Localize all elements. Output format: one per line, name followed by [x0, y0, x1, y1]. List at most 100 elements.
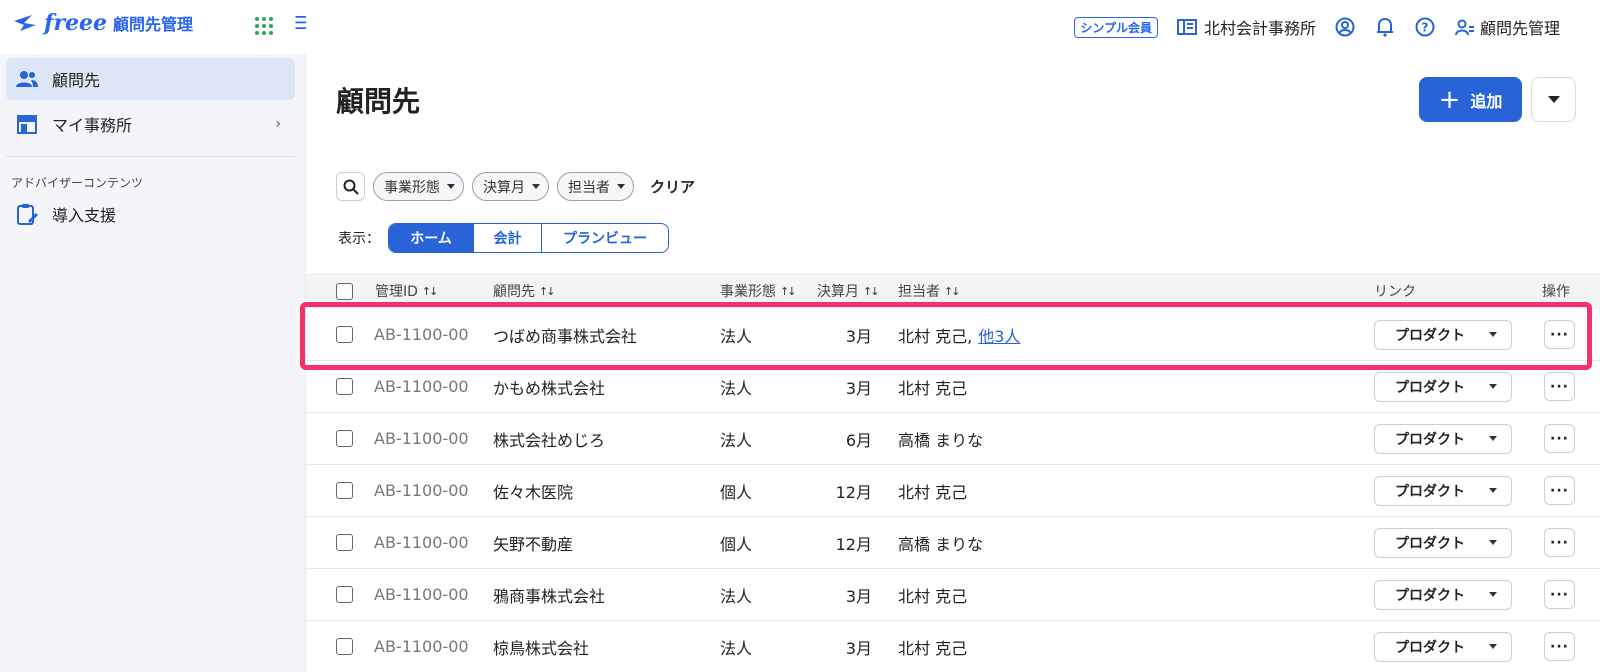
table-row-4[interactable]: AB-1100-00 佐々木医院 個人 12月 北村 克己 プロダクト ···	[306, 465, 1600, 517]
product-dropdown-button[interactable]: プロダクト	[1374, 527, 1512, 558]
view-tab-plan[interactable]: プランビュー	[541, 224, 668, 252]
select-all-checkbox[interactable]	[336, 273, 353, 309]
sidebar-item-onboarding[interactable]: 導入支援	[6, 193, 295, 235]
owner-name: 北村 克己,	[898, 326, 973, 346]
row-checkbox[interactable]	[336, 569, 353, 620]
owner-name: 高橋 まりな	[898, 534, 984, 554]
client-name[interactable]: 佐々木医院	[493, 465, 573, 516]
view-tab-accounting[interactable]: 会計	[473, 224, 541, 252]
owner-more-link[interactable]: 他3人	[978, 323, 1020, 347]
plan-badge: シンプル会員	[1074, 16, 1158, 38]
table-row-6[interactable]: AB-1100-00 鴉商事株式会社 法人 3月 北村 克己 プロダクト ···	[306, 569, 1600, 621]
freee-logo[interactable]: freee 顧問先管理	[12, 10, 193, 36]
actions-cell: ···	[1544, 465, 1575, 516]
filter-fiscal-month[interactable]: 決算月	[472, 172, 549, 201]
client-name[interactable]: つばめ商事株式会社	[493, 309, 637, 360]
user-menu-label: 顧問先管理	[1479, 19, 1560, 38]
actions-cell: ···	[1544, 413, 1575, 464]
sidebar-item-label: 導入支援	[52, 206, 117, 225]
client-name[interactable]: 株式会社めじろ	[493, 413, 605, 464]
row-checkbox[interactable]	[336, 465, 353, 516]
column-header-month[interactable]: 決算月 ↑↓	[817, 273, 880, 309]
product-cell: プロダクト	[1374, 361, 1512, 412]
table-header: 管理ID ↑↓ 顧問先 ↑↓ 事業形態 ↑↓ 決算月 ↑↓ 担当者 ↑↓ リンク 操作	[306, 273, 1600, 309]
clipboard-edit-icon	[14, 201, 40, 227]
sort-icon: ↑↓	[863, 284, 880, 298]
product-dropdown-button[interactable]: プロダクト	[1374, 631, 1512, 662]
more-actions-button[interactable]: ···	[1544, 632, 1575, 661]
more-actions-button[interactable]: ···	[1544, 320, 1575, 349]
row-checkbox[interactable]	[336, 413, 353, 464]
more-actions-button[interactable]: ···	[1544, 424, 1575, 453]
more-actions-button[interactable]: ···	[1544, 528, 1575, 557]
freee-bird-icon	[14, 15, 36, 31]
product-dropdown-button[interactable]: プロダクト	[1374, 423, 1512, 454]
column-header-owner[interactable]: 担当者 ↑↓	[898, 273, 961, 309]
row-checkbox[interactable]	[336, 621, 353, 672]
view-tab-home[interactable]: ホーム	[389, 224, 473, 252]
product-dropdown-button[interactable]: プロダクト	[1374, 371, 1512, 402]
product-label: プロダクト	[1395, 535, 1465, 552]
search-icon	[343, 179, 359, 195]
sidebar-divider	[6, 156, 295, 157]
owner: 北村 克己	[898, 621, 973, 672]
table-row-3[interactable]: AB-1100-00 株式会社めじろ 法人 6月 高橋 まりな プロダクト ··…	[306, 413, 1600, 465]
user-settings-icon	[1454, 16, 1476, 38]
client-name[interactable]: 矢野不動産	[493, 517, 573, 568]
table-row-2[interactable]: AB-1100-00 かもめ株式会社 法人 3月 北村 克己 プロダクト ···	[306, 361, 1600, 413]
product-label: プロダクト	[1395, 379, 1465, 396]
user-menu[interactable]: 顧問先管理	[1454, 15, 1560, 39]
sidebar-item-my-office[interactable]: マイ事務所 ›	[6, 103, 295, 145]
filter-label: 事業形態	[384, 179, 440, 196]
fiscal-month: 3月	[845, 326, 872, 346]
account-icon[interactable]	[1334, 16, 1356, 38]
product-label: プロダクト	[1395, 587, 1465, 604]
office-switcher[interactable]: 北村会計事務所	[1176, 15, 1316, 39]
app-root: freee 顧問先管理 ☰ 顧問先 マイ事務所 › アドバイザーコンテンツ 導入…	[0, 0, 1600, 672]
more-actions-button[interactable]: ···	[1544, 580, 1575, 609]
filter-owner[interactable]: 担当者	[557, 172, 634, 201]
client-id: AB-1100-00	[374, 585, 469, 604]
product-cell: プロダクト	[1374, 621, 1512, 672]
product-label: プロダクト	[1395, 327, 1465, 344]
table-row-1[interactable]: AB-1100-00 つばめ商事株式会社 法人 3月 北村 克己, 他3人 プロ…	[306, 309, 1600, 361]
row-checkbox[interactable]	[336, 361, 353, 412]
add-options-dropdown[interactable]	[1531, 77, 1576, 122]
product-cell: プロダクト	[1374, 569, 1512, 620]
row-checkbox[interactable]	[336, 517, 353, 568]
caret-down-icon	[532, 184, 540, 189]
product-dropdown-button[interactable]: プロダクト	[1374, 579, 1512, 610]
menu-toggle-icon[interactable]: ☰	[294, 16, 306, 32]
table-row-5[interactable]: AB-1100-00 矢野不動産 個人 12月 高橋 まりな プロダクト ···	[306, 517, 1600, 569]
app-switcher-icon[interactable]	[255, 17, 273, 35]
owner: 北村 克己	[898, 569, 973, 620]
sidebar-item-clients[interactable]: 顧問先	[6, 58, 295, 100]
sidebar-item-label: 顧問先	[52, 71, 101, 90]
help-icon[interactable]: ?	[1414, 16, 1436, 38]
row-checkbox[interactable]	[336, 309, 353, 360]
client-name[interactable]: 椋鳥株式会社	[493, 621, 589, 672]
owner-name: 北村 克己	[898, 378, 968, 398]
column-header-type[interactable]: 事業形態 ↑↓	[720, 273, 797, 309]
column-header-id[interactable]: 管理ID ↑↓	[375, 273, 438, 309]
column-header-actions: 操作	[1542, 284, 1570, 300]
more-actions-button[interactable]: ···	[1544, 372, 1575, 401]
column-header-client[interactable]: 顧問先 ↑↓	[493, 273, 556, 309]
sort-icon: ↑↓	[539, 284, 556, 298]
add-client-button[interactable]: + 追加	[1419, 77, 1522, 122]
bell-icon[interactable]	[1374, 16, 1396, 38]
filter-business-type[interactable]: 事業形態	[373, 172, 464, 201]
clear-filters-link[interactable]: クリア	[650, 176, 695, 197]
client-name[interactable]: 鴉商事株式会社	[493, 569, 605, 620]
fiscal-month: 6月	[845, 430, 872, 450]
table-row-7[interactable]: AB-1100-00 椋鳥株式会社 法人 3月 北村 克己 プロダクト ···	[306, 621, 1600, 672]
product-dropdown-button[interactable]: プロダクト	[1374, 319, 1512, 350]
clients-table: 管理ID ↑↓ 顧問先 ↑↓ 事業形態 ↑↓ 決算月 ↑↓ 担当者 ↑↓ リンク 操作 A…	[306, 273, 1600, 672]
section-label-advisor: アドバイザーコンテンツ	[11, 176, 144, 190]
more-actions-button[interactable]: ···	[1544, 476, 1575, 505]
client-name[interactable]: かもめ株式会社	[493, 361, 605, 412]
search-button[interactable]	[336, 172, 365, 201]
product-dropdown-button[interactable]: プロダクト	[1374, 475, 1512, 506]
sidebar-item-label: マイ事務所	[52, 116, 133, 135]
caret-down-icon	[1489, 384, 1497, 389]
